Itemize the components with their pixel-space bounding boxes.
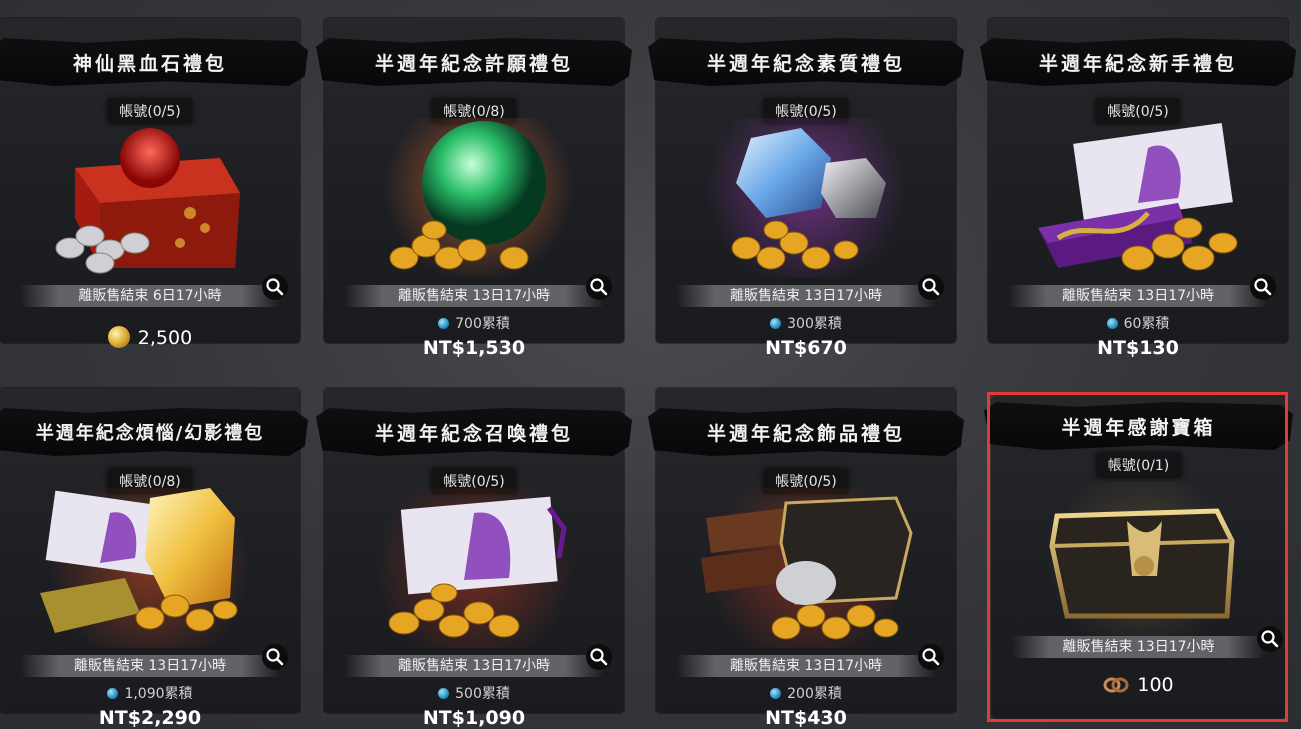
price: NT$130 bbox=[1097, 337, 1179, 359]
summon-scroll-image bbox=[374, 488, 574, 648]
pack-card-4[interactable]: 半週年紀念煩惱/幻影禮包 帳號(0/8) 離販售結束 13日17小時 1,090… bbox=[0, 388, 308, 729]
account-limit: 帳號(0/1) bbox=[1095, 452, 1182, 478]
pack-title: 神仙黑血石禮包 bbox=[0, 38, 308, 86]
pack-card-3[interactable]: 半週年紀念新手禮包 帳號(0/5) 離販售結束 13日17小時 60累積 NT$… bbox=[980, 18, 1296, 359]
thanks-chest-image bbox=[1047, 481, 1237, 641]
price-row: 2,500 bbox=[0, 326, 300, 349]
magnifier-icon[interactable] bbox=[586, 644, 612, 670]
sale-timer: 離販售結束 13日17小時 bbox=[1008, 285, 1268, 307]
magnifier-icon[interactable] bbox=[1250, 274, 1276, 300]
magnifier-icon[interactable] bbox=[918, 274, 944, 300]
starter-scroll-image bbox=[1038, 122, 1238, 271]
pack-title: 半週年紀念飾品禮包 bbox=[648, 408, 964, 456]
accumulate-points: 500累積 bbox=[455, 686, 510, 702]
sale-timer: 離販售結束 13日17小時 bbox=[1012, 636, 1265, 658]
shop-grid: 神仙黑血石禮包 帳號(0/5) 離販售結束 6日17小時 2,500 半週年紀念… bbox=[0, 0, 1301, 729]
price: NT$1,090 bbox=[422, 707, 526, 729]
pack-title: 半週年紀念許願禮包 bbox=[316, 38, 632, 86]
gem-icon bbox=[770, 318, 782, 329]
accumulate-row: 1,090累積 bbox=[0, 683, 300, 703]
magnifier-icon[interactable] bbox=[586, 274, 612, 300]
pack-card-2[interactable]: 半週年紀念素質禮包 帳號(0/5) 離販售結束 13日17小時 300累積 NT… bbox=[648, 18, 964, 359]
magnifier-icon[interactable] bbox=[918, 644, 944, 670]
sale-timer: 離販售結束 13日17小時 bbox=[676, 285, 936, 307]
stat-gems-image bbox=[706, 118, 906, 278]
sale-timer: 離販售結束 13日17小時 bbox=[344, 285, 604, 307]
pack-card-6[interactable]: 半週年紀念飾品禮包 帳號(0/5) 離販售結束 13日17小時 200累積 NT… bbox=[648, 388, 964, 729]
accumulate-row: 200累積 bbox=[656, 683, 956, 703]
price: NT$430 bbox=[765, 707, 847, 729]
pack-title: 半週年紀念素質禮包 bbox=[648, 38, 964, 86]
sale-timer: 離販售結束 6日17小時 bbox=[20, 285, 280, 307]
gold-coin-icon bbox=[107, 326, 130, 348]
price: NT$670 bbox=[765, 337, 847, 359]
magnifier-icon[interactable] bbox=[262, 644, 288, 670]
pack-card-0[interactable]: 神仙黑血石禮包 帳號(0/5) 離販售結束 6日17小時 2,500 bbox=[0, 18, 308, 349]
price: NT$2,290 bbox=[98, 707, 202, 729]
pack-card-7[interactable]: 半週年感謝寶箱 帳號(0/1) 離販售結束 13日17小時 100 bbox=[984, 396, 1293, 718]
bronze-ring-icon bbox=[1103, 677, 1129, 693]
accumulate-points: 60累積 bbox=[1123, 316, 1170, 332]
magnifier-icon[interactable] bbox=[1257, 626, 1283, 652]
pack-title: 半週年紀念新手禮包 bbox=[980, 38, 1296, 86]
gem-icon bbox=[107, 688, 119, 699]
blood-stone-box-image bbox=[55, 128, 240, 274]
accumulate-points: 300累積 bbox=[787, 316, 842, 332]
gem-icon bbox=[438, 688, 450, 699]
gem-icon bbox=[438, 318, 450, 329]
pack-card-5[interactable]: 半週年紀念召喚禮包 帳號(0/5) 離販售結束 13日17小時 500累積 NT… bbox=[316, 388, 632, 729]
price: NT$1,530 bbox=[422, 337, 526, 359]
accumulate-row: 500累積 bbox=[324, 683, 624, 703]
accumulate-row: 60累積 bbox=[988, 313, 1288, 333]
sale-timer: 離販售結束 13日17小時 bbox=[344, 655, 604, 677]
accumulate-points: 1,090累積 bbox=[124, 686, 193, 702]
accumulate-row: 300累積 bbox=[656, 313, 956, 333]
accumulate-row: 700累積 bbox=[324, 313, 624, 333]
wish-orb-image bbox=[384, 118, 574, 278]
pack-title: 半週年感謝寶箱 bbox=[984, 402, 1293, 450]
price: 2,500 bbox=[137, 327, 193, 349]
worry-phantom-image bbox=[40, 488, 250, 648]
pack-card-1[interactable]: 半週年紀念許願禮包 帳號(0/8) 離販售結束 13日17小時 700累積 NT… bbox=[316, 18, 632, 359]
sale-timer: 離販售結束 13日17小時 bbox=[20, 655, 280, 677]
gem-icon bbox=[1106, 318, 1118, 329]
accumulate-points: 700累積 bbox=[455, 316, 510, 332]
sale-timer: 離販售結束 13日17小時 bbox=[676, 655, 936, 677]
magnifier-icon[interactable] bbox=[262, 274, 288, 300]
price: 100 bbox=[1137, 674, 1174, 696]
price-row: 100 bbox=[992, 674, 1285, 696]
accessory-chest-image bbox=[701, 488, 913, 648]
pack-title: 半週年紀念召喚禮包 bbox=[316, 408, 632, 456]
gem-icon bbox=[770, 688, 782, 699]
accumulate-points: 200累積 bbox=[787, 686, 842, 702]
pack-title: 半週年紀念煩惱/幻影禮包 bbox=[0, 408, 308, 456]
